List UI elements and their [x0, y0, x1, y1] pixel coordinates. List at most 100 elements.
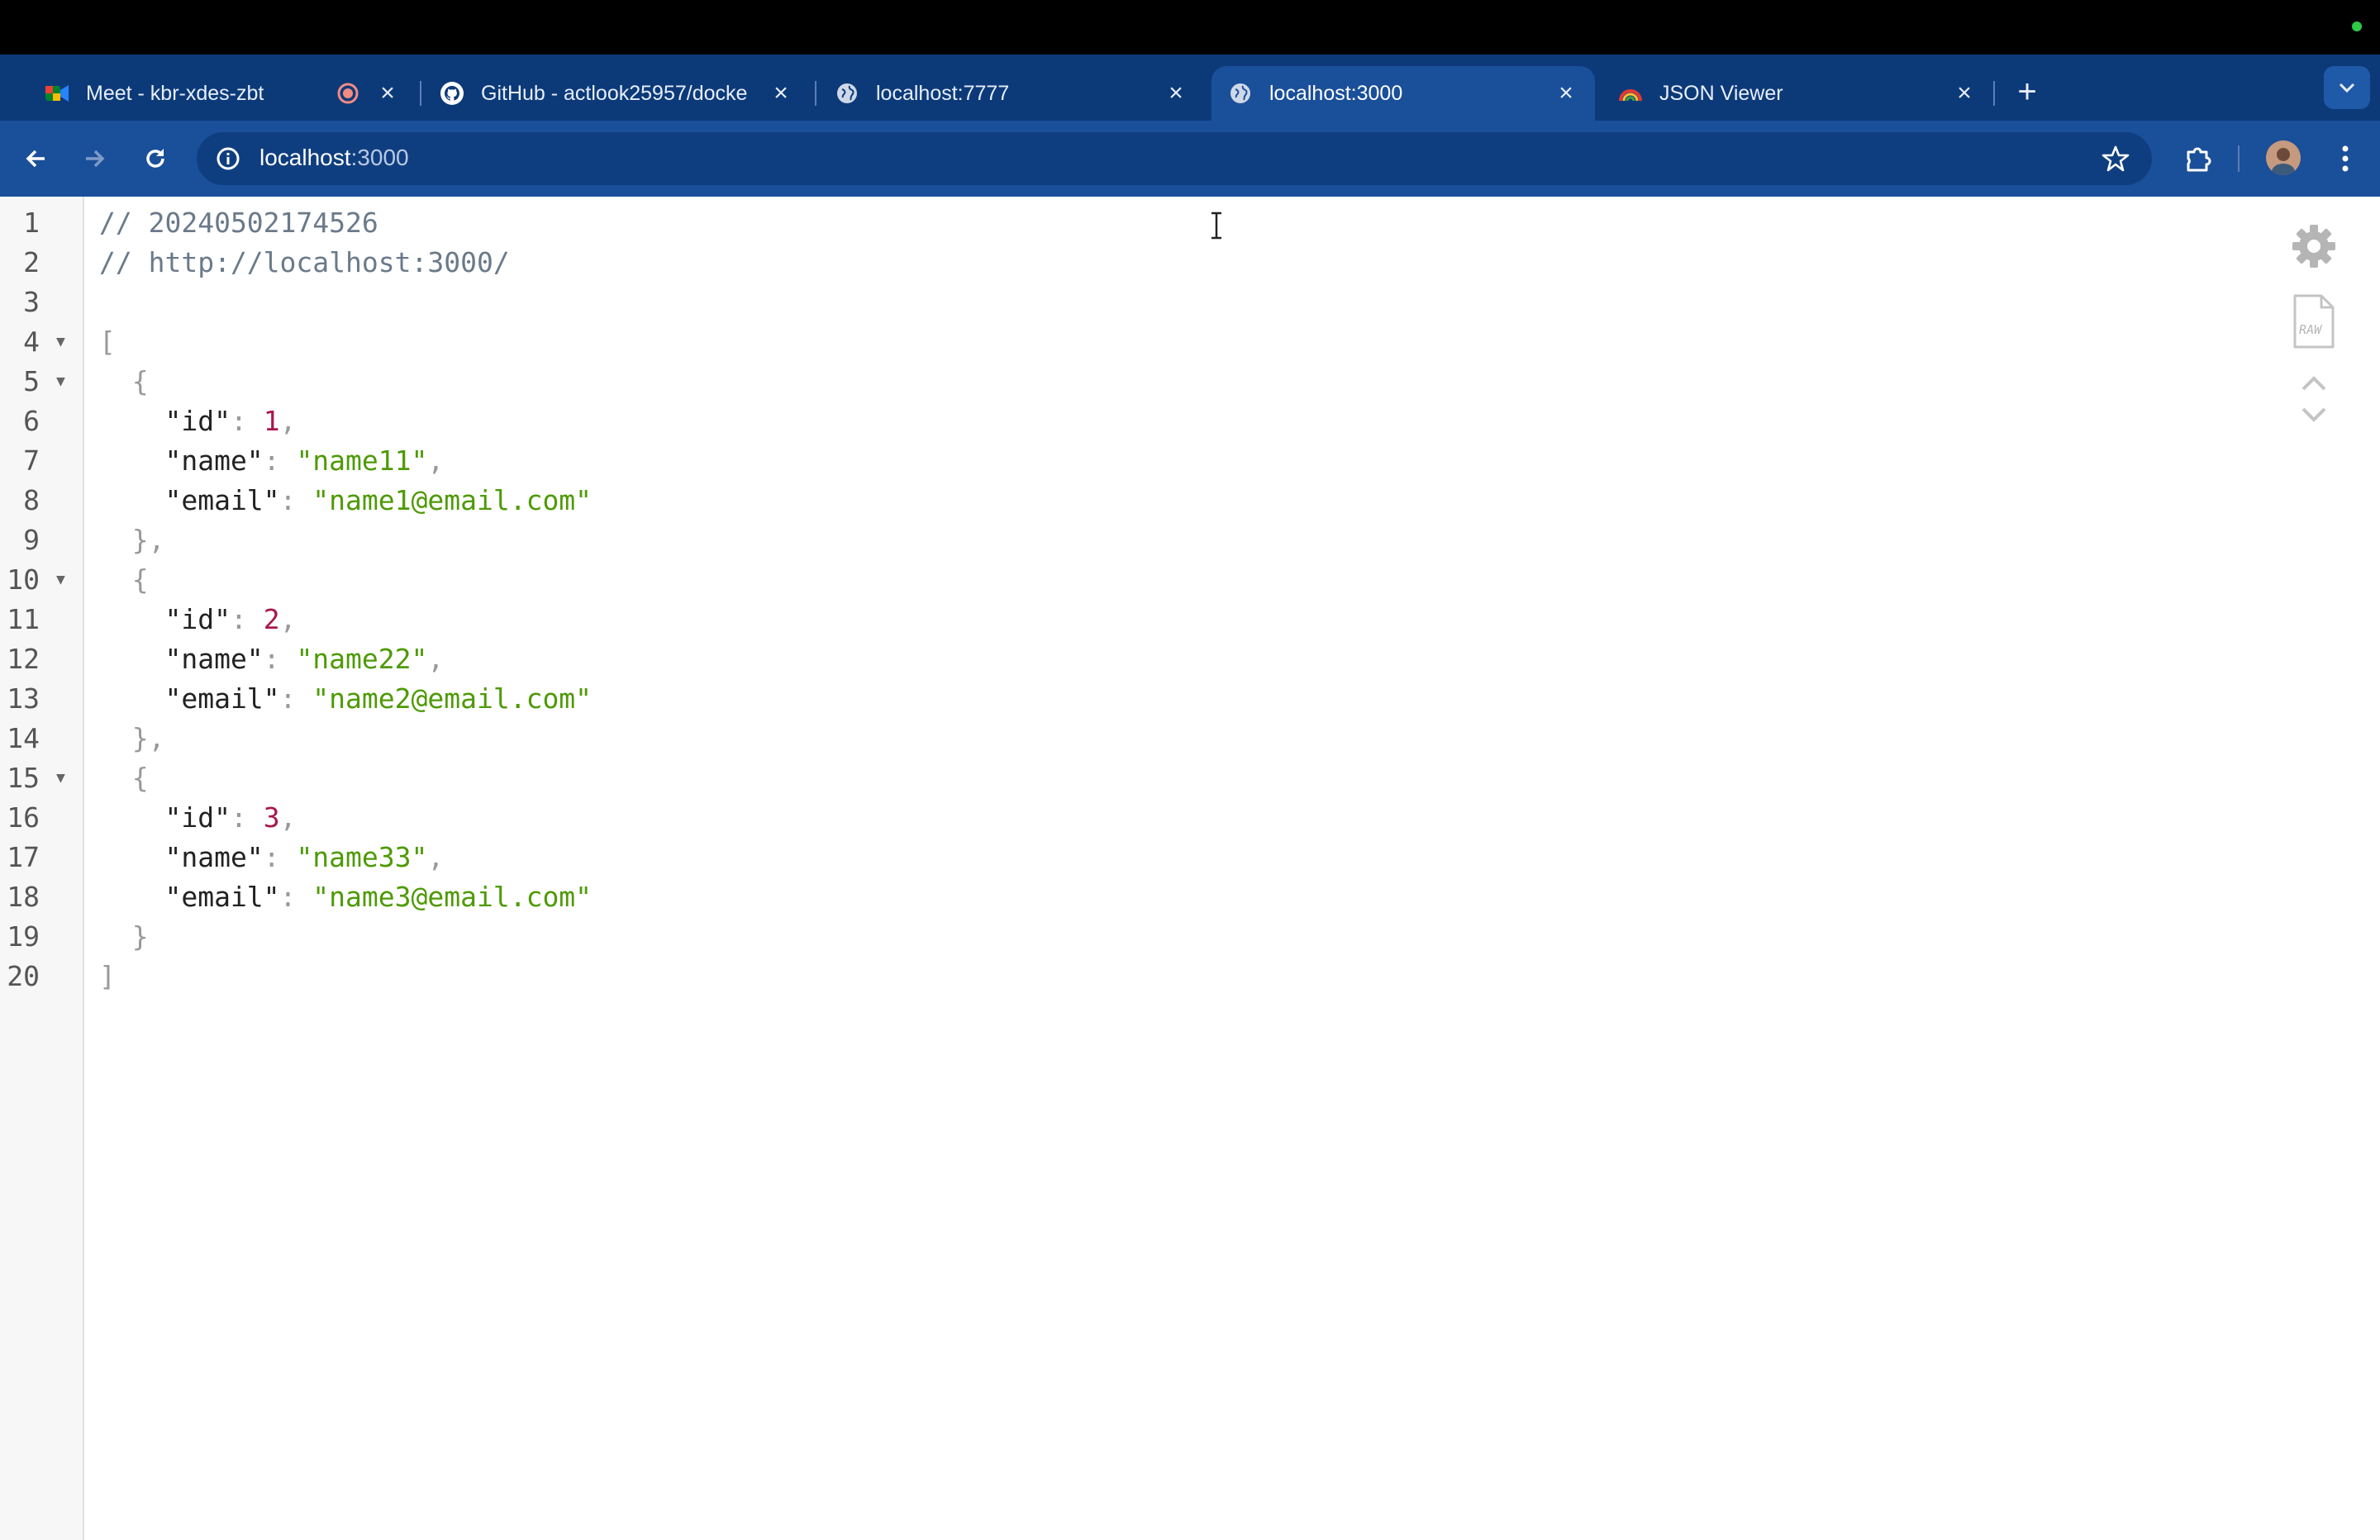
close-icon[interactable]: ×	[374, 79, 402, 107]
code-line: 16 "id": 3,	[0, 798, 1157, 838]
code-line: 9 },	[0, 520, 1157, 560]
github-icon	[440, 81, 464, 106]
line-number: 20	[7, 960, 40, 992]
tab-github[interactable]: GitHub - actlook25957/docke ×	[405, 66, 810, 121]
tab-title: Meet - kbr-xdes-zbt	[86, 81, 264, 105]
code-token: 1	[263, 405, 280, 437]
code-token: "name1@email.com"	[312, 484, 593, 516]
json-code-view: 1 // 20240502174526 2 // http://localhost:3…	[0, 197, 2231, 1540]
expand-all-button[interactable]	[2287, 400, 2340, 430]
code-token: "email"	[99, 682, 280, 715]
code-token: [	[99, 326, 116, 358]
line-number: 1	[23, 207, 40, 239]
line-content: },	[99, 520, 165, 560]
code-token: ,	[279, 405, 297, 437]
reload-icon	[146, 149, 164, 168]
code-token: ,	[279, 603, 297, 635]
line-content: "name": "name33",	[99, 838, 444, 877]
new-tab-button[interactable]: +	[2006, 71, 2048, 112]
back-button[interactable]	[17, 139, 56, 178]
reload-button[interactable]	[136, 139, 175, 178]
line-content: ]	[99, 957, 116, 996]
line-number: 17	[7, 841, 40, 873]
code-line: 12 "name": "name22",	[0, 639, 1157, 679]
url-host: localhost	[259, 145, 351, 170]
arrow-right-icon	[86, 150, 105, 168]
fold-toggle-icon[interactable]: ▼	[56, 560, 65, 600]
code-token: "name22"	[296, 643, 428, 675]
code-line: 13 "email": "name2@email.com"	[0, 679, 1157, 719]
code-token: "email"	[99, 484, 280, 516]
code-token: "name3@email.com"	[312, 881, 593, 913]
fold-toggle-icon[interactable]: ▼	[56, 758, 65, 798]
tab-json-viewer[interactable]: JSON Viewer ×	[1603, 66, 1993, 121]
extensions-icon[interactable]	[2178, 139, 2218, 178]
code-token: ,	[427, 444, 445, 477]
code-token: :	[263, 444, 297, 477]
tab-title: localhost:3000	[1269, 81, 1403, 105]
line-number: 13	[7, 682, 40, 715]
line-number: 10	[7, 563, 40, 596]
line-number: 18	[7, 881, 40, 913]
raw-json-button[interactable]: RAW	[2287, 291, 2340, 352]
status-dot	[2352, 21, 2362, 31]
line-number: 8	[23, 484, 40, 516]
code-line: 18 "email": "name3@email.com"	[0, 877, 1157, 917]
url-port: :3000	[350, 145, 409, 170]
line-content: // http://localhost:3000/	[99, 243, 510, 283]
options-button[interactable]	[2287, 220, 2340, 273]
code-line: 8 "email": "name1@email.com"	[0, 481, 1157, 520]
code-line: 11 "id": 2,	[0, 600, 1157, 639]
chevron-up-icon	[2301, 376, 2326, 391]
address-bar[interactable]: localhost:3000	[197, 132, 2152, 185]
close-icon[interactable]: ×	[1552, 79, 1580, 107]
code-token: :	[279, 484, 313, 516]
line-content: "name": "name11",	[99, 441, 444, 481]
line-number: 11	[7, 603, 40, 635]
tab-strip: Meet - kbr-xdes-zbt × GitHub - actlook25…	[0, 55, 2380, 121]
code-line: 2 // http://localhost:3000/	[0, 243, 1157, 283]
code-token: :	[263, 643, 297, 675]
code-token: :	[279, 881, 313, 913]
code-token: "name2@email.com"	[312, 682, 593, 715]
fold-toggle-icon[interactable]: ▼	[56, 362, 65, 402]
line-content: "id": 1,	[99, 402, 296, 441]
code-line: 7 "name": "name11",	[0, 441, 1157, 481]
code-token: "email"	[99, 881, 280, 913]
close-icon[interactable]: ×	[767, 79, 795, 107]
fold-toggle-icon[interactable]: ▼	[56, 322, 65, 362]
code-token: ,	[427, 643, 445, 675]
code-line: 15 ▼ {	[0, 758, 1157, 798]
raw-label: RAW	[2297, 322, 2323, 337]
collapse-all-button[interactable]	[2287, 368, 2340, 398]
code-token: :	[230, 801, 264, 834]
line-number: 15	[7, 762, 40, 794]
code-token: "name33"	[296, 841, 428, 873]
code-token: "name"	[99, 841, 264, 873]
forward-button[interactable]	[74, 139, 114, 178]
line-content: "id": 2,	[99, 600, 296, 639]
tab-localhost-7777[interactable]: localhost:7777 ×	[800, 66, 1205, 121]
bookmark-star-icon[interactable]	[2099, 142, 2132, 175]
more-menu-icon[interactable]	[2329, 139, 2362, 178]
line-content: "name": "name22",	[99, 639, 444, 679]
site-info-icon[interactable]	[212, 142, 245, 175]
line-number: 16	[7, 801, 40, 834]
tab-localhost-3000[interactable]: localhost:3000 ×	[1211, 66, 1595, 121]
tab-meet[interactable]: Meet - kbr-xdes-zbt ×	[12, 66, 416, 121]
code-token: "id"	[99, 801, 231, 834]
line-content: "email": "name1@email.com"	[99, 481, 592, 520]
line-number: 9	[23, 524, 40, 556]
tab-search-button[interactable]	[2324, 66, 2370, 109]
code-line: 4 ▼ [	[0, 322, 1157, 362]
close-icon[interactable]: ×	[1950, 79, 1978, 107]
code-token: 2	[263, 603, 280, 635]
code-line: 20]	[0, 957, 1157, 996]
code-token: }	[99, 920, 149, 953]
code-token: :	[279, 682, 313, 715]
json-viewer-icon	[1618, 81, 1643, 106]
close-icon[interactable]: ×	[1162, 79, 1190, 107]
line-number: 14	[7, 722, 40, 754]
profile-avatar[interactable]	[2266, 140, 2301, 175]
meet-icon	[45, 81, 69, 106]
